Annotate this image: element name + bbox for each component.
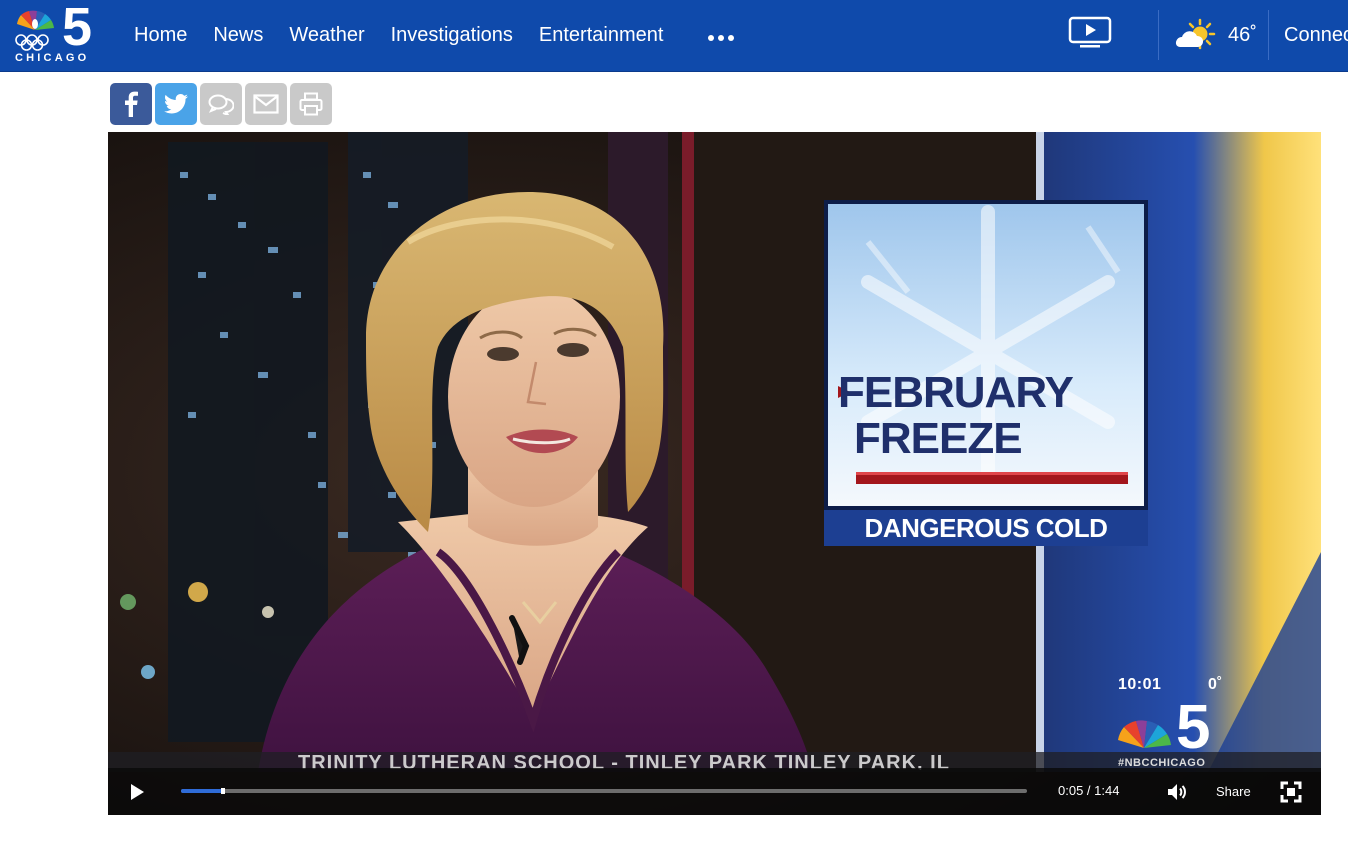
progress-handle[interactable] (221, 788, 226, 794)
fullscreen-icon (1280, 781, 1302, 803)
volume-icon (1168, 784, 1186, 800)
print-icon (299, 92, 323, 116)
main-nav: Home News Weather Investigations Enterta… (134, 22, 689, 48)
play-button[interactable] (126, 781, 148, 803)
peacock-icon (15, 10, 54, 51)
facebook-icon (125, 91, 138, 117)
tv-play-icon[interactable] (1068, 16, 1112, 50)
logo-channel-number: 5 (62, 0, 93, 57)
comment-icon (208, 94, 234, 115)
video-player[interactable]: FEBRUARY FREEZE DANGEROUS COLD 10:01 0˚ … (108, 132, 1321, 815)
progress-fill (181, 789, 224, 793)
nav-item-home[interactable]: Home (134, 22, 187, 48)
nav-item-entertainment[interactable]: Entertainment (539, 22, 664, 48)
partly-cloudy-icon[interactable] (1172, 18, 1218, 54)
nbc5-chicago-logo[interactable]: 5 CHICAGO (12, 0, 102, 66)
play-icon (131, 784, 144, 800)
ellipsis-icon[interactable] (708, 24, 734, 41)
comment-button[interactable] (200, 83, 242, 125)
graphic-subtitle: DANGEROUS COLD (824, 510, 1148, 546)
graphic-headline-line2: FREEZE (854, 414, 1023, 463)
header-divider (1158, 10, 1159, 60)
bug-temperature: 0˚ (1208, 676, 1223, 693)
station-bug-logo: 5 (1118, 694, 1210, 752)
nav-item-weather[interactable]: Weather (289, 22, 364, 48)
twitter-icon (164, 94, 188, 114)
graphic-headline-line1: FEBRUARY (838, 368, 1074, 417)
time-display: 0:05 / 1:44 (1058, 783, 1120, 798)
volume-button[interactable] (1165, 780, 1189, 804)
twitter-share-button[interactable] (155, 83, 197, 125)
bug-time: 10:01 (1118, 676, 1162, 693)
facebook-share-button[interactable] (110, 83, 152, 125)
share-button[interactable]: Share (1216, 783, 1251, 801)
top-navigation-bar: 5 CHICAGO Home News Weather Investigatio… (0, 0, 1348, 72)
print-button[interactable] (290, 83, 332, 125)
share-bar (110, 83, 332, 125)
nav-item-investigations[interactable]: Investigations (391, 22, 513, 48)
svg-text:5: 5 (1176, 694, 1210, 752)
header-divider (1268, 10, 1269, 60)
logo-city-name: CHICAGO (15, 52, 90, 64)
email-share-button[interactable] (245, 83, 287, 125)
current-temperature: 46˚ (1228, 24, 1257, 46)
connect-link[interactable]: Connect (1284, 22, 1348, 48)
fullscreen-button[interactable] (1279, 780, 1303, 804)
progress-bar[interactable] (181, 788, 1027, 794)
email-icon (253, 94, 279, 114)
player-controls: 0:05 / 1:44 Share (108, 768, 1321, 815)
nav-item-news[interactable]: News (213, 22, 263, 48)
